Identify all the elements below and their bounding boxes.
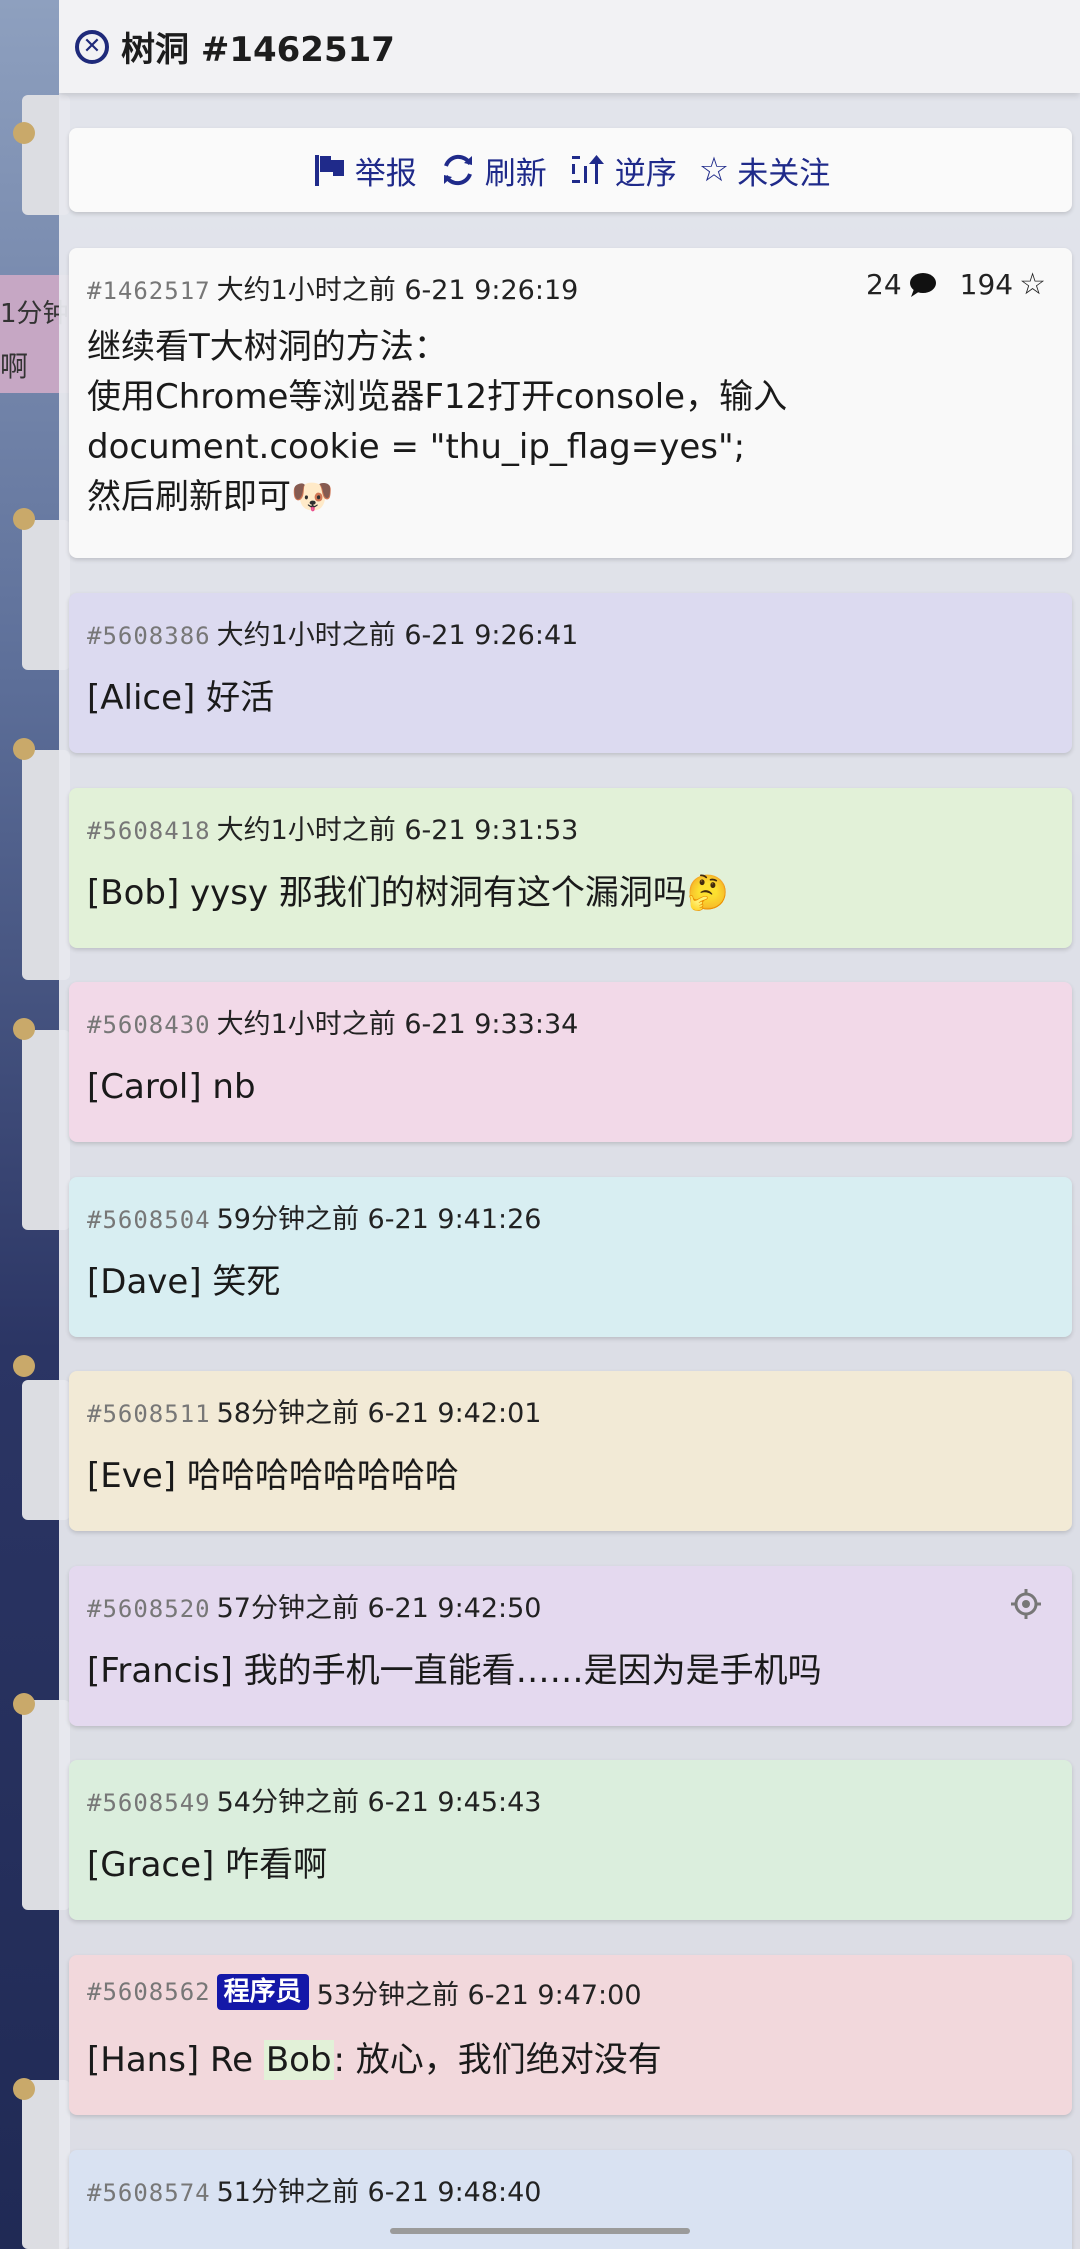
post-stats: 24 194 ☆: [866, 268, 1046, 301]
reply-meta: #5608430 大约1小时之前 6-21 9:33:34: [87, 1002, 1052, 1040]
reply-id[interactable]: #5608520: [87, 1595, 211, 1623]
reply-time: 大约1小时之前 6-21 9:31:53: [216, 815, 579, 846]
reply-text: [Bob] yysy 那我们的树洞有这个漏洞吗🤔: [87, 873, 730, 913]
reply-meta: #5608511 58分钟之前 6-21 9:42:01: [87, 1391, 1052, 1429]
reply-text: [Eve] 哈哈哈哈哈哈哈哈: [87, 1456, 459, 1496]
post-id[interactable]: #1462517: [87, 277, 211, 305]
reply-time: 大约1小时之前 6-21 9:26:41: [216, 620, 579, 651]
follow-label: 未关注: [737, 155, 831, 192]
star-outline-icon: ☆: [1019, 266, 1046, 302]
timeline-dot: [13, 738, 35, 760]
reply-card[interactable]: #5608574 51分钟之前 6-21 9:48:40: [69, 2150, 1072, 2249]
post-time: 大约1小时之前 6-21 9:26:19: [216, 275, 579, 306]
follow-button[interactable]: ☆ 未关注: [699, 148, 830, 193]
role-badge: 程序员: [216, 1974, 309, 2010]
timeline-dot: [13, 508, 35, 530]
reply-meta: #5608504 59分钟之前 6-21 9:41:26: [87, 1197, 1052, 1235]
reply-time: 53分钟之前 6-21 9:47:00: [316, 1979, 642, 2011]
report-button[interactable]: 举报: [311, 148, 417, 193]
action-bar: 举报 刷新 逆序 ☆ 未关注: [69, 128, 1072, 212]
reply-time: 51分钟之前 6-21 9:48:40: [216, 2177, 542, 2208]
star-count: 194 ☆: [960, 268, 1046, 301]
reply-card[interactable]: #5608418 大约1小时之前 6-21 9:31:53 [Bob] yysy…: [69, 788, 1072, 948]
refresh-label: 刷新: [484, 155, 547, 192]
star-outline-icon: ☆: [698, 150, 730, 190]
reply-meta: #5608386 大约1小时之前 6-21 9:26:41: [87, 613, 1052, 651]
reply-count-value: 24: [866, 268, 902, 301]
close-icon[interactable]: ✕: [75, 29, 109, 64]
reply-time: 54分钟之前 6-21 9:45:43: [216, 1787, 542, 1818]
reply-id[interactable]: #5608574: [87, 2179, 211, 2207]
reply-id[interactable]: #5608386: [87, 622, 211, 650]
report-label: 举报: [354, 155, 417, 192]
timeline-dot: [13, 122, 35, 144]
timeline-dot: [13, 1693, 35, 1715]
main-post-card[interactable]: #1462517 大约1小时之前 6-21 9:26:19 24 194 ☆ 继…: [69, 248, 1072, 558]
reply-card[interactable]: #5608562 程序员 53分钟之前 6-21 9:47:00 [Hans] …: [69, 1955, 1072, 2115]
reply-text: [Grace] 咋看啊: [87, 1845, 328, 1885]
background-snippet: 啊: [0, 350, 29, 383]
reply-reference[interactable]: Bob: [263, 2040, 334, 2080]
reply-time: 59分钟之前 6-21 9:41:26: [216, 1204, 542, 1235]
timeline-dot: [13, 1355, 35, 1377]
locate-icon[interactable]: [1010, 1588, 1042, 1624]
reply-card[interactable]: #5608511 58分钟之前 6-21 9:42:01 [Eve] 哈哈哈哈哈…: [69, 1371, 1072, 1531]
reply-meta: #5608549 54分钟之前 6-21 9:45:43: [87, 1780, 1052, 1818]
reply-meta: #5608520 57分钟之前 6-21 9:42:50: [87, 1586, 1052, 1624]
reply-id[interactable]: #5608562: [87, 1978, 211, 2006]
post-line: 然后刷新即可🐶: [87, 477, 334, 517]
reply-card[interactable]: #5608549 54分钟之前 6-21 9:45:43 [Grace] 咋看啊: [69, 1760, 1072, 1920]
refresh-icon: [443, 154, 472, 186]
comment-icon: [909, 272, 936, 297]
reply-text: [Francis] 我的手机一直能看……是因为是手机吗: [87, 1651, 822, 1691]
sidebar-header: ✕ 树洞 #1462517: [59, 0, 1080, 93]
reply-text: [Alice] 好活: [87, 678, 275, 718]
reply-id[interactable]: #5608418: [87, 817, 211, 845]
timeline-dot: [13, 1018, 35, 1040]
reply-card[interactable]: #5608386 大约1小时之前 6-21 9:26:41 [Alice] 好活: [69, 593, 1072, 753]
reply-text: [Dave] 笑死: [87, 1262, 281, 1302]
reply-time: 57分钟之前 6-21 9:42:50: [216, 1593, 542, 1624]
reply-count: 24: [866, 268, 938, 301]
flag-icon: [314, 155, 344, 186]
page-title: 树洞 #1462517: [121, 30, 395, 70]
post-body: 继续看T大树洞的方法： 使用Chrome等浏览器F12打开console，输入 …: [87, 322, 1052, 522]
reply-text: [Hans] Re Bob: 放心，我们绝对没有: [87, 2035, 1052, 2085]
reply-card[interactable]: #5608430 大约1小时之前 6-21 9:33:34 [Carol] nb: [69, 982, 1072, 1142]
reply-meta: #5608574 51分钟之前 6-21 9:48:40: [87, 2170, 1052, 2208]
reverse-order-button[interactable]: 逆序: [569, 148, 677, 193]
post-line: 使用Chrome等浏览器F12打开console，输入: [87, 377, 788, 417]
home-indicator[interactable]: [390, 2228, 690, 2234]
refresh-button[interactable]: 刷新: [439, 148, 547, 193]
reply-meta: #5608562 程序员 53分钟之前 6-21 9:47:00: [87, 1974, 1052, 2011]
reply-text-suffix: : 放心，我们绝对没有: [333, 2040, 662, 2080]
reply-time: 大约1小时之前 6-21 9:33:34: [216, 1009, 579, 1040]
reply-text-prefix: [Hans] Re: [87, 2040, 264, 2080]
reply-card[interactable]: #5608520 57分钟之前 6-21 9:42:50 [Francis] 我…: [69, 1566, 1072, 1726]
reply-text: [Carol] nb: [87, 1067, 256, 1107]
post-line: 继续看T大树洞的方法：: [87, 327, 448, 367]
reply-id[interactable]: #5608549: [87, 1789, 211, 1817]
reply-id[interactable]: #5608511: [87, 1400, 211, 1428]
star-count-value: 194: [959, 268, 1014, 301]
reply-meta: #5608418 大约1小时之前 6-21 9:31:53: [87, 808, 1052, 846]
reply-time: 58分钟之前 6-21 9:42:01: [216, 1398, 542, 1429]
reverse-order-label: 逆序: [614, 155, 677, 192]
timeline-dot: [13, 2078, 35, 2100]
post-line: document.cookie = "thu_ip_flag=yes";: [87, 427, 746, 467]
sort-icon: [571, 155, 604, 184]
thread-sidebar: ✕ 树洞 #1462517 举报 刷新 逆序 ☆ 未关注 #1462517 大约…: [59, 0, 1080, 2249]
reply-id[interactable]: #5608430: [87, 1011, 211, 1039]
reply-id[interactable]: #5608504: [87, 1206, 211, 1234]
reply-card[interactable]: #5608504 59分钟之前 6-21 9:41:26 [Dave] 笑死: [69, 1177, 1072, 1337]
